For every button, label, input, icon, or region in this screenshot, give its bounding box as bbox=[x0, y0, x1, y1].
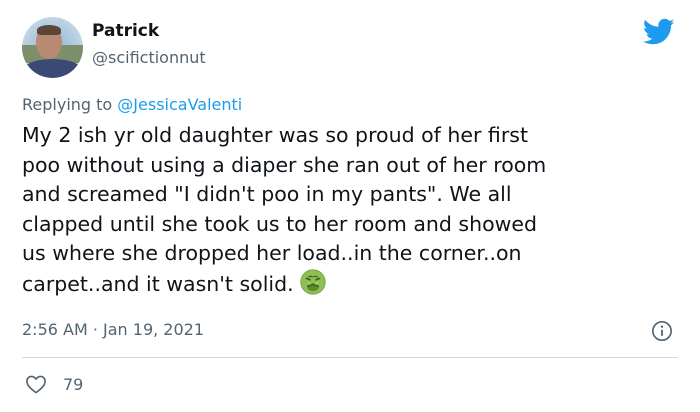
reply-mention-link[interactable]: @JessicaValenti bbox=[117, 95, 242, 114]
tweet-card: Patrick @scifictionnut Replying to @Jess… bbox=[0, 0, 700, 412]
tweet-text-line: us where she dropped her load..in the co… bbox=[22, 241, 522, 265]
divider bbox=[22, 357, 678, 358]
replying-to: Replying to @JessicaValenti bbox=[22, 95, 242, 114]
tweet-text-last-line: carpet..and it wasn't solid. bbox=[22, 268, 682, 300]
twitter-bird-icon[interactable] bbox=[643, 18, 675, 46]
tweet-text-line: and screamed "I didn't poo in my pants".… bbox=[22, 182, 512, 206]
tweet-timestamp[interactable]: 2:56 AM · Jan 19, 2021 bbox=[22, 320, 204, 339]
tweet-text-line: My 2 ish yr old daughter was so proud of… bbox=[22, 123, 528, 147]
tweet-text-line: clapped until she took us to her room an… bbox=[22, 211, 538, 236]
tweet-text-line: carpet..and it wasn't solid. bbox=[22, 271, 294, 296]
tweet-text: My 2 ish yr old daughter was so proud of… bbox=[22, 121, 682, 299]
like-count: 79 bbox=[63, 375, 84, 394]
nauseated-face-emoji bbox=[299, 268, 326, 295]
author-handle[interactable]: @scifictionnut bbox=[92, 48, 206, 67]
avatar[interactable] bbox=[22, 17, 83, 78]
author-name[interactable]: Patrick bbox=[92, 21, 159, 41]
replying-to-prefix: Replying to bbox=[22, 95, 118, 114]
info-icon[interactable] bbox=[651, 320, 673, 342]
heart-icon[interactable] bbox=[25, 374, 47, 394]
tweet-text-line: poo without using a diaper she ran out o… bbox=[22, 152, 547, 177]
